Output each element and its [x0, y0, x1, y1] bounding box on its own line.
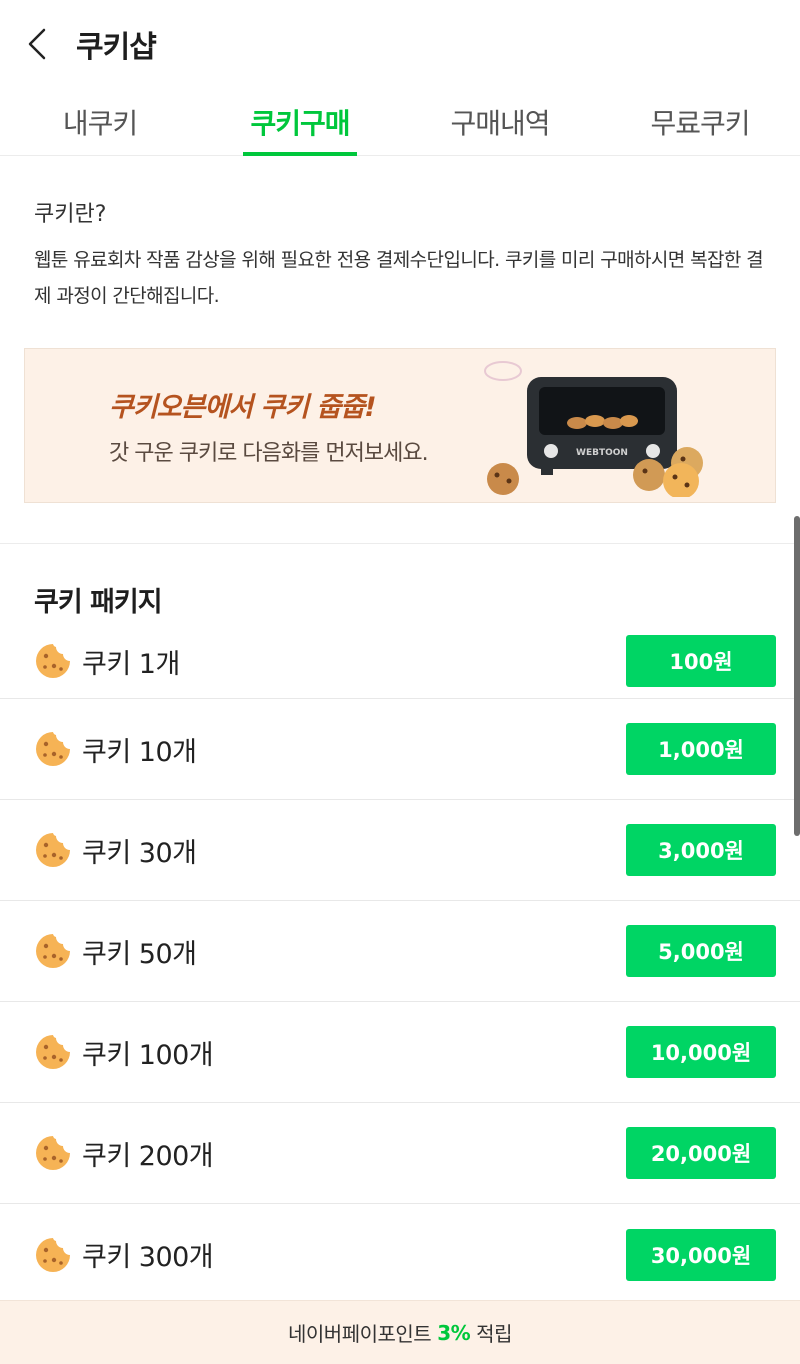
package-label: 쿠키 30개 [82, 837, 197, 869]
footer-prefix: 네이버페이포인트 [288, 1322, 432, 1346]
buy-button[interactable]: 5,000원 [626, 925, 776, 977]
package-row: 쿠키 10개 1,000원 [0, 699, 800, 800]
cookie-icon [36, 732, 70, 766]
package-label: 쿠키 100개 [82, 1039, 214, 1071]
buy-button[interactable]: 30,000원 [626, 1228, 776, 1281]
package-label: 쿠키 1개 [82, 648, 180, 680]
oven-brand-text: WEBTOON [576, 448, 628, 458]
buy-button[interactable]: 10,000원 [626, 1026, 776, 1078]
banner-headline: 쿠키오븐에서 쿠키 줍줍! [109, 392, 377, 423]
banner-subtext: 갓 구운 쿠키로 다음화를 먼저보세요. [109, 441, 429, 466]
tab-my-cookies[interactable]: 내쿠키 [0, 88, 200, 155]
tab-bar: 내쿠키 쿠키구매 구매내역 무료쿠키 [0, 88, 800, 156]
cookie-icon [36, 1237, 70, 1272]
cookie-icon [36, 1136, 70, 1170]
cookie-info-section: 쿠키란? 웹툰 유료회차 작품 감상을 위해 필요한 전용 결제수단입니다. 쿠… [0, 156, 800, 314]
page-title: 쿠키샵 [76, 30, 157, 65]
cookie-icon [36, 833, 70, 867]
footer-rate: 3% [437, 1320, 471, 1345]
package-row: 쿠키 300개 30,000원 [0, 1204, 800, 1305]
package-row: 쿠키 200개 20,000원 [0, 1103, 800, 1204]
tab-free-cookies[interactable]: 무료쿠키 [600, 88, 800, 155]
cookie-oven-banner[interactable]: 쿠키오븐에서 쿠키 줍줍! 갓 구운 쿠키로 다음화를 먼저보세요. WEBTO… [24, 348, 776, 503]
package-row: 쿠키 1개 100원 [0, 624, 800, 699]
tab-purchase-history[interactable]: 구매내역 [400, 88, 600, 155]
cookie-icon [36, 644, 70, 678]
package-label: 쿠키 50개 [82, 938, 197, 970]
buy-button[interactable]: 100원 [626, 635, 776, 687]
buy-button[interactable]: 20,000원 [626, 1127, 776, 1179]
naverpay-point-footer: 네이버페이포인트 3% 적립 [0, 1300, 800, 1364]
app-header: 쿠키샵 [0, 0, 800, 88]
back-button[interactable] [0, 0, 76, 88]
oven-illustration: WEBTOON [484, 361, 703, 497]
package-section-title: 쿠키 패키지 [34, 586, 163, 618]
chevron-left-icon [28, 28, 46, 60]
package-row: 쿠키 100개 10,000원 [0, 1002, 800, 1103]
scrollbar[interactable] [794, 516, 800, 836]
package-label: 쿠키 200개 [82, 1140, 214, 1172]
footer-suffix: 적립 [476, 1322, 512, 1346]
package-row: 쿠키 30개 3,000원 [0, 800, 800, 901]
cookie-icon [36, 1035, 70, 1069]
cookie-icon [36, 934, 70, 968]
package-label: 쿠키 300개 [82, 1242, 214, 1273]
package-label: 쿠키 10개 [82, 736, 197, 768]
buy-button[interactable]: 3,000원 [626, 824, 776, 876]
package-row: 쿠키 50개 5,000원 [0, 901, 800, 1002]
info-title: 쿠키란? [34, 202, 107, 227]
buy-button[interactable]: 1,000원 [626, 723, 776, 775]
tab-buy-cookies[interactable]: 쿠키구매 [200, 88, 400, 155]
info-description: 웹툰 유료회차 작품 감상을 위해 필요한 전용 결제수단입니다. 쿠키를 미리… [34, 249, 764, 307]
package-list: 쿠키 1개 100원 쿠키 10개 1,000원 쿠키 30개 3,000원 쿠… [0, 624, 800, 1305]
